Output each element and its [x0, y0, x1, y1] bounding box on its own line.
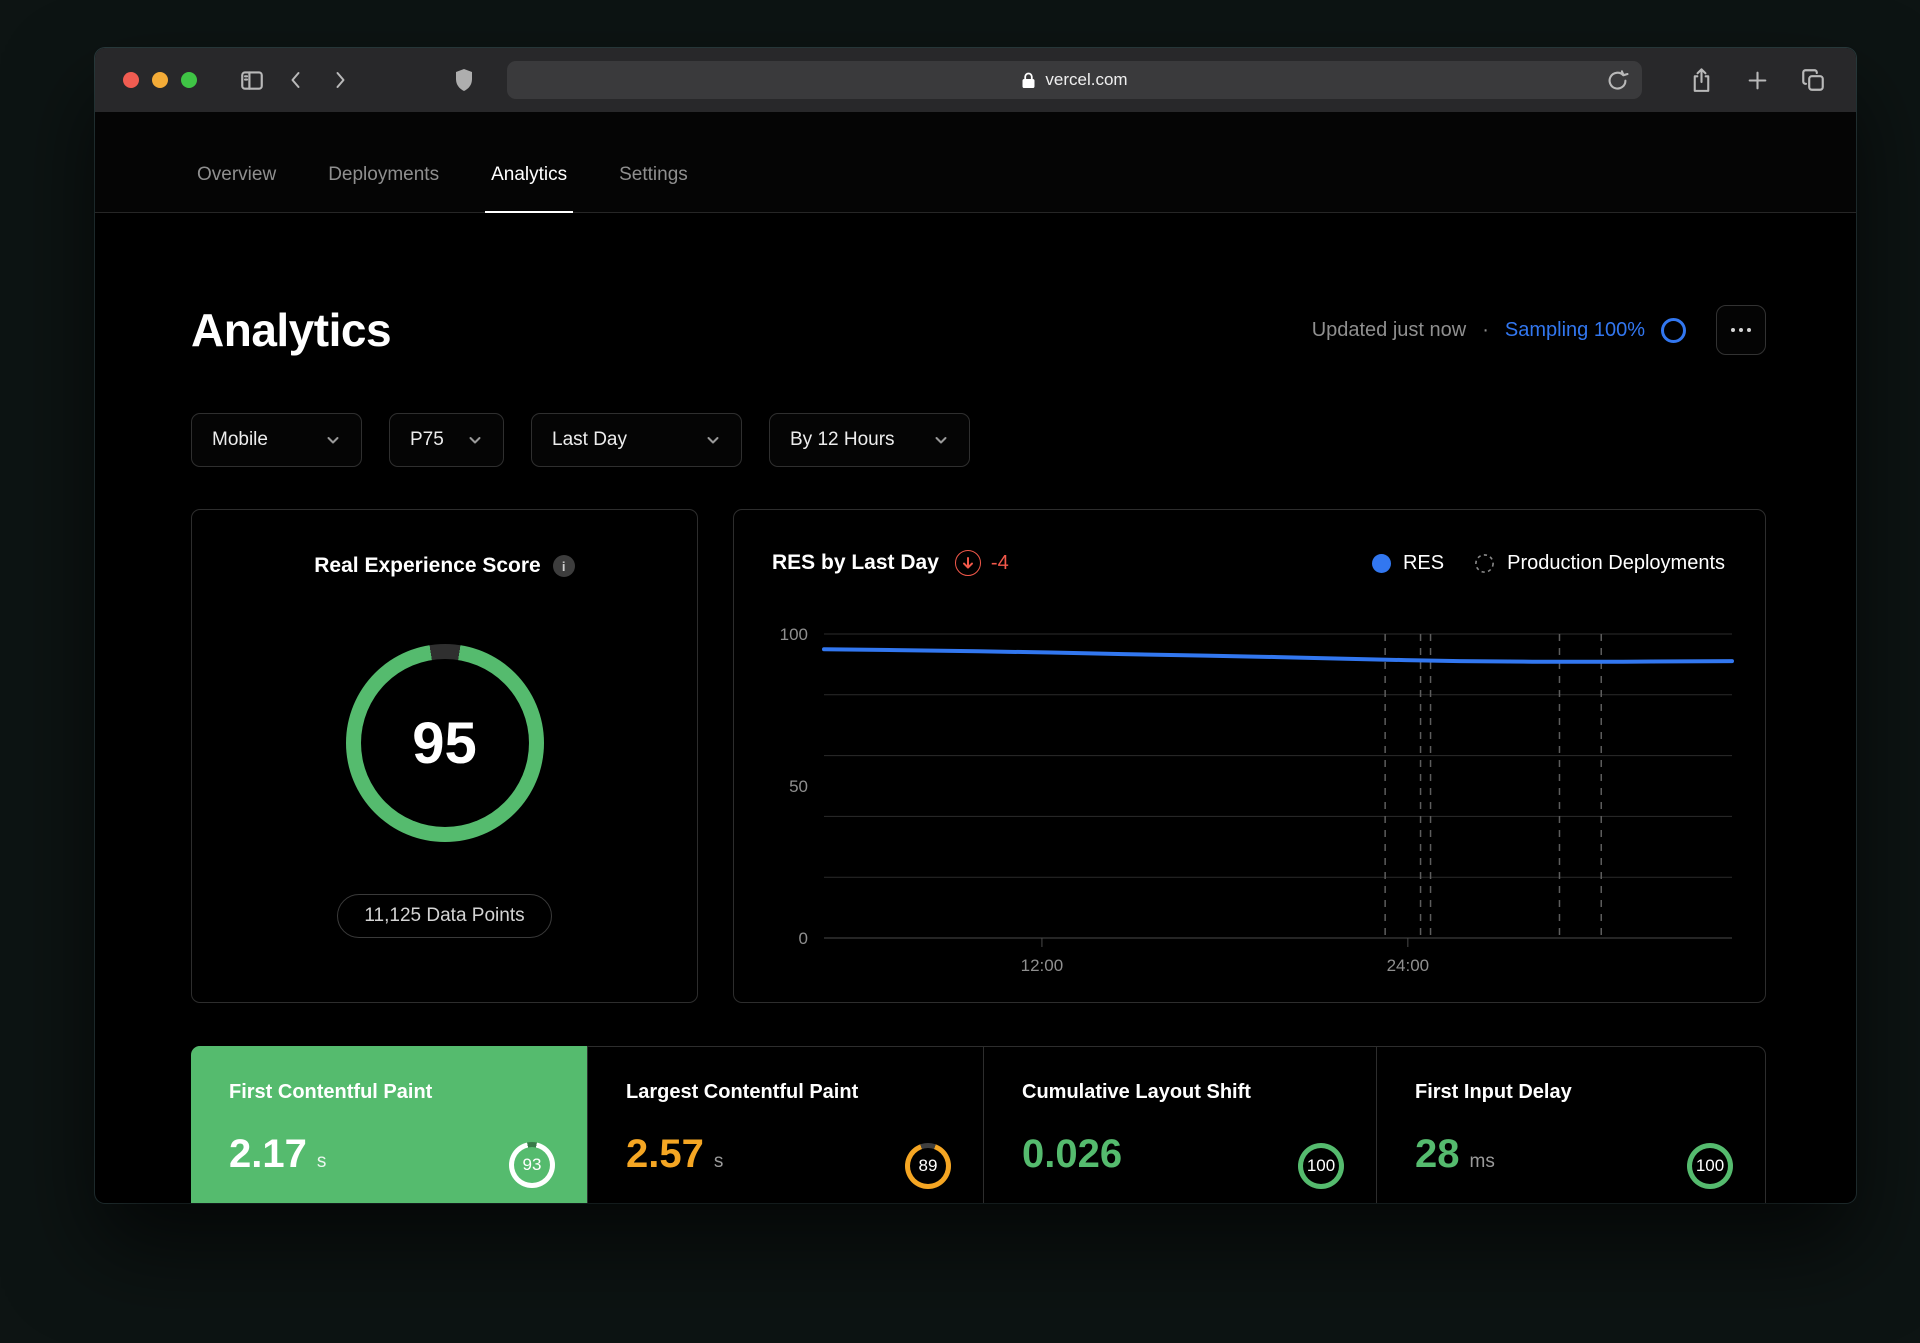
real-experience-score-card: Real Experience Score i 95 11,125 Data P… [191, 509, 698, 1003]
header-meta: Updated just now · Sampling 100% [1312, 305, 1766, 355]
web-vitals-row: First Contentful Paint 2.17 s 93 Largest… [191, 1046, 1766, 1203]
metric-title: First Input Delay [1415, 1081, 1572, 1103]
metric-unit: s [713, 1151, 724, 1172]
metric-value: 2.17 [229, 1132, 307, 1176]
site-nav: Overview Deployments Analytics Settings [95, 112, 1856, 213]
sampling-ring-icon [1661, 317, 1686, 343]
interval-select[interactable]: By 12 Hours [769, 413, 970, 467]
page-content: Analytics Updated just now · Sampling 10… [95, 303, 1856, 1203]
metric-unit: s [316, 1151, 327, 1172]
percentile-select-value: P75 [410, 429, 444, 450]
metric-unit: ms [1469, 1151, 1495, 1172]
metric-score: 93 [522, 1155, 542, 1174]
new-tab-icon[interactable] [1742, 65, 1772, 95]
score-card-title: Real Experience Score [314, 554, 541, 577]
page-title: Analytics [191, 304, 392, 356]
metric-first-input-delay[interactable]: First Input Delay 28 ms 100 [1376, 1047, 1765, 1203]
metric-first-contentful-paint[interactable]: First Contentful Paint 2.17 s 93 [191, 1046, 587, 1203]
metric-value: 0.026 [1022, 1132, 1123, 1176]
metric-title: First Contentful Paint [229, 1081, 433, 1103]
device-select-value: Mobile [212, 429, 268, 450]
toolbar-right-actions [1686, 65, 1828, 95]
chevron-down-icon [707, 437, 719, 444]
metric-score: 100 [1306, 1156, 1336, 1175]
svg-text:12:00: 12:00 [1021, 956, 1064, 975]
lock-icon [1021, 72, 1036, 89]
tab-analytics[interactable]: Analytics [485, 138, 574, 213]
url-text: vercel.com [1045, 70, 1128, 89]
chevron-down-icon [469, 437, 481, 444]
metric-score-badge: 93 [509, 1142, 555, 1188]
metric-score: 89 [918, 1156, 938, 1175]
tab-settings[interactable]: Settings [613, 138, 694, 212]
tab-overview-label: Overview [197, 164, 277, 185]
zoom-button[interactable] [181, 72, 197, 88]
more-options-button[interactable] [1716, 305, 1766, 355]
back-button-icon[interactable] [281, 65, 311, 95]
tab-analytics-label: Analytics [491, 164, 568, 185]
sampling-link[interactable]: Sampling 100% [1505, 319, 1645, 342]
metric-score-badge: 100 [1687, 1143, 1733, 1189]
info-icon[interactable]: i [552, 555, 575, 577]
sidebar-toggle-icon[interactable] [237, 65, 267, 95]
svg-text:0: 0 [799, 929, 808, 948]
metric-value: 28 [1415, 1132, 1460, 1176]
metric-score-badge: 100 [1298, 1143, 1344, 1189]
updated-status: Updated just now [1311, 318, 1467, 341]
forward-button-icon[interactable] [325, 65, 355, 95]
traffic-lights [123, 72, 197, 88]
res-chart-card: RES by Last Day -4 RES Production Deploy… [733, 509, 1766, 1003]
data-points-pill: 11,125 Data Points [337, 894, 552, 938]
metric-score-badge: 89 [905, 1143, 951, 1189]
score-card-title-row: Real Experience Score i [314, 554, 575, 578]
interval-select-value: By 12 Hours [790, 429, 895, 450]
percentile-select[interactable]: P75 [389, 413, 504, 467]
tab-overview-icon[interactable] [1798, 65, 1828, 95]
filter-bar: Mobile P75 Last Day By 12 Hours [191, 413, 1766, 467]
tab-deployments[interactable]: Deployments [322, 138, 445, 212]
chevron-down-icon [327, 437, 339, 444]
timerange-select[interactable]: Last Day [531, 413, 742, 467]
metric-title: Cumulative Layout Shift [1022, 1081, 1251, 1103]
tab-deployments-label: Deployments [328, 164, 440, 185]
svg-text:50: 50 [789, 777, 808, 796]
meta-separator: · [1482, 318, 1489, 341]
device-select[interactable]: Mobile [191, 413, 362, 467]
res-line-chart: 100 50 0 12:00 24:00 [780, 625, 1734, 975]
page-header: Analytics Updated just now · Sampling 10… [191, 303, 1766, 357]
metric-score: 100 [1695, 1156, 1725, 1175]
metric-cumulative-layout-shift[interactable]: Cumulative Layout Shift 0.026 100 [983, 1047, 1376, 1203]
chevron-down-icon [935, 437, 947, 444]
svg-text:24:00: 24:00 [1387, 956, 1430, 975]
close-button[interactable] [123, 72, 139, 88]
metric-largest-contentful-paint[interactable]: Largest Contentful Paint 2.57 s 89 [587, 1047, 983, 1203]
svg-text:100: 100 [780, 625, 808, 644]
share-icon[interactable] [1686, 65, 1716, 95]
metric-value: 2.57 [626, 1132, 704, 1176]
timerange-select-value: Last Day [552, 429, 627, 450]
reload-icon[interactable] [1602, 65, 1632, 95]
browser-window: vercel.com Overview Deployments Analytic… [95, 48, 1856, 1203]
privacy-shield-icon[interactable] [449, 65, 479, 95]
tab-overview[interactable]: Overview [191, 138, 282, 212]
score-gauge: 95 [345, 644, 544, 842]
address-bar[interactable]: vercel.com [507, 61, 1642, 99]
metric-title: Largest Contentful Paint [626, 1081, 859, 1103]
tab-settings-label: Settings [619, 164, 688, 185]
minimize-button[interactable] [152, 72, 168, 88]
score-value: 95 [412, 710, 477, 776]
browser-toolbar: vercel.com [95, 48, 1856, 112]
cards-row: Real Experience Score i 95 11,125 Data P… [191, 509, 1766, 1003]
